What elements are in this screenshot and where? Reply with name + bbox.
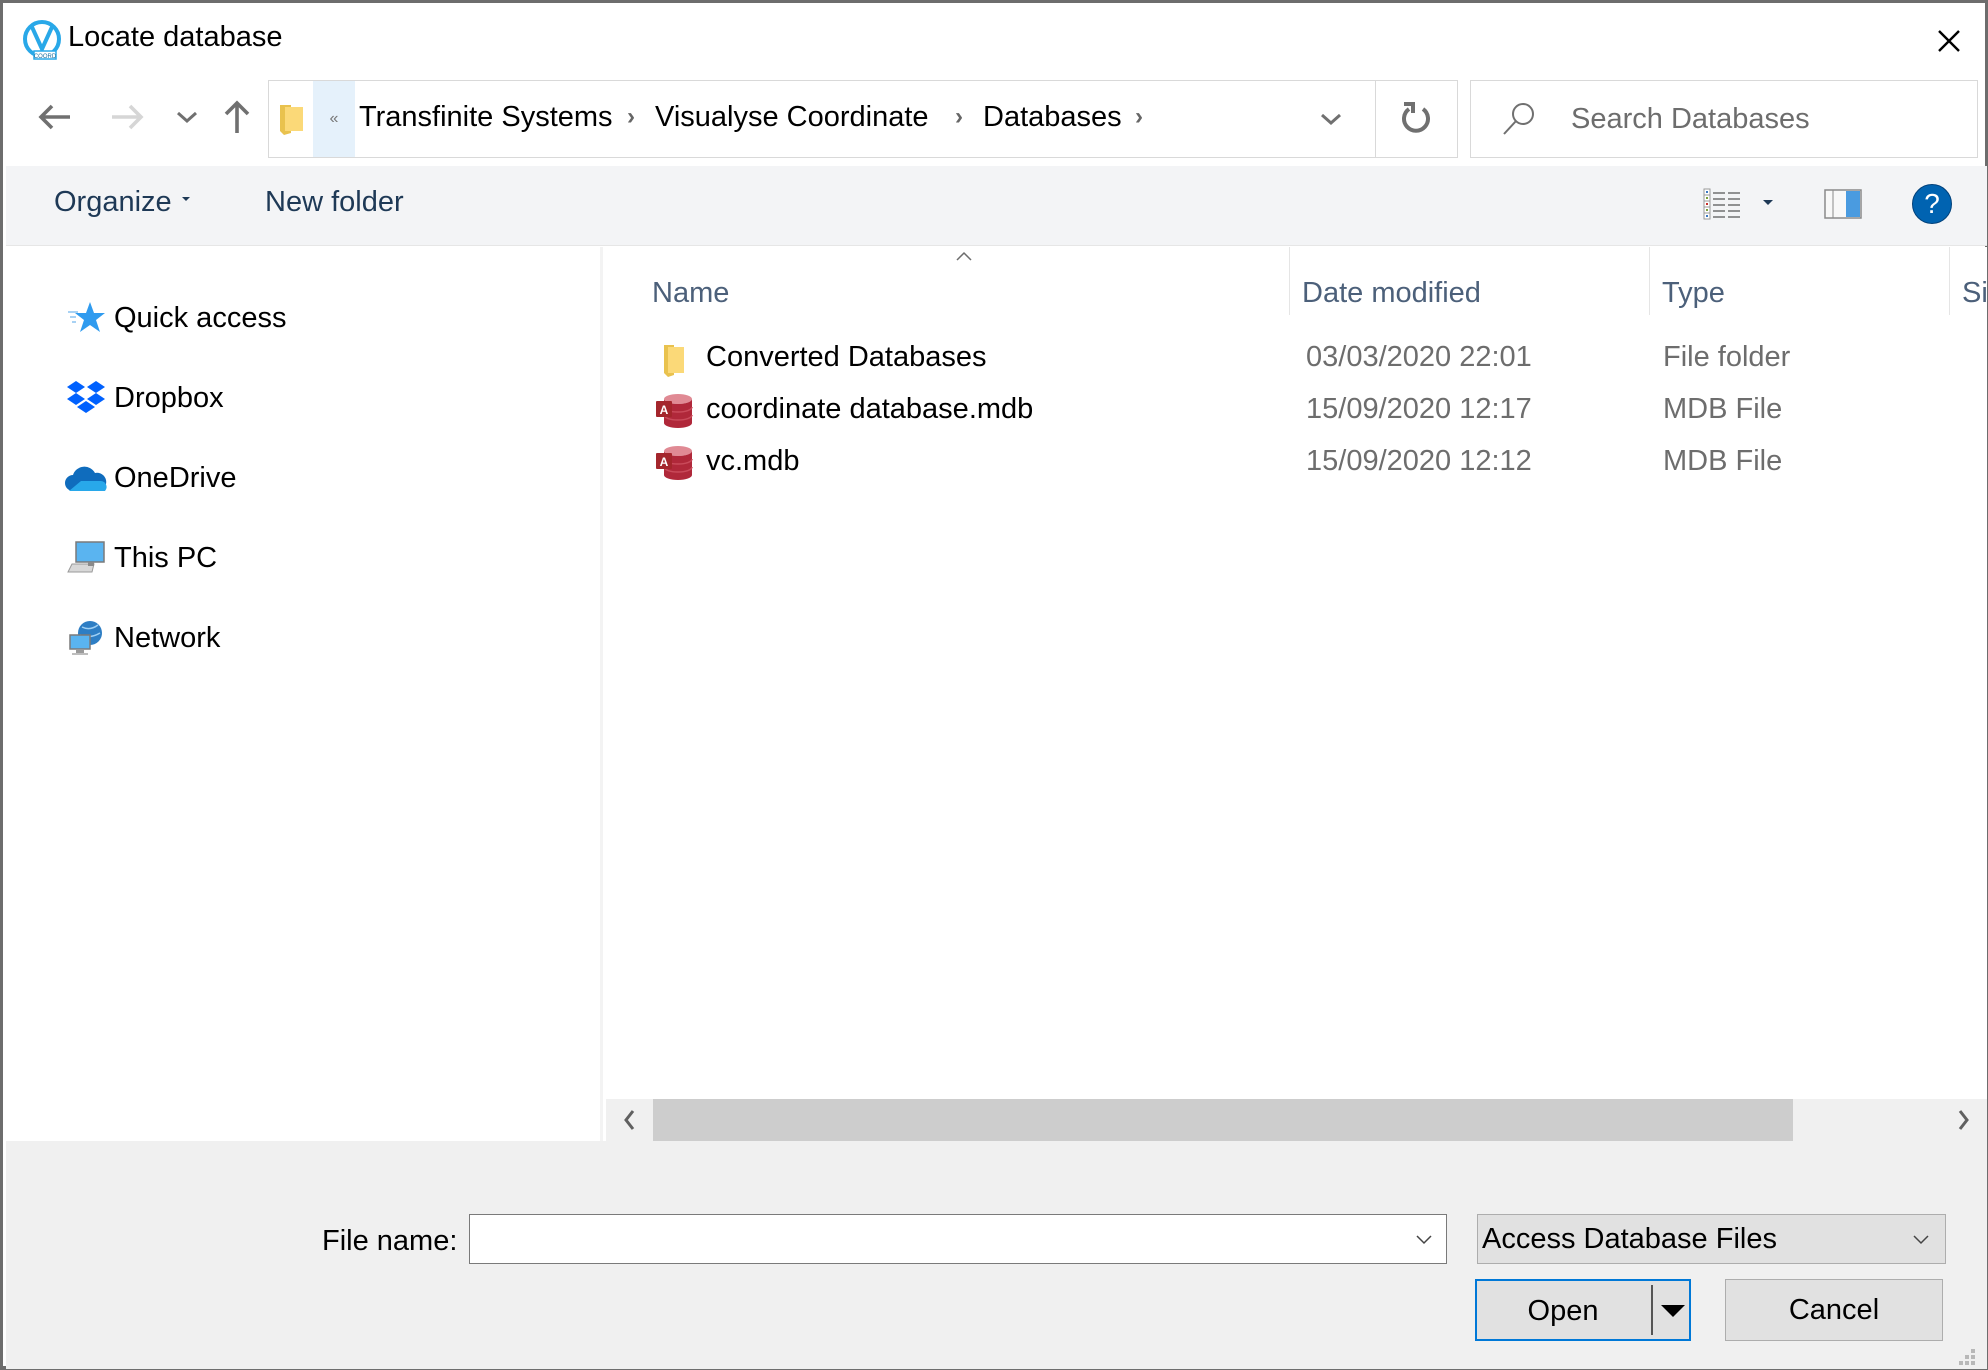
column-header-type[interactable]: Type: [1650, 263, 1950, 323]
dialog-title: Locate database: [68, 21, 283, 53]
navigation-pane: Quick access Dropbox OneDrive This PC Ne…: [6, 247, 603, 1141]
chevron-right-icon: [1958, 1110, 1969, 1130]
locate-database-dialog: COORD Locate database « Transfinite Syst…: [0, 0, 1988, 1370]
file-type-filter-value: Access Database Files: [1482, 1223, 1777, 1255]
command-toolbar: Organize New folder ?: [6, 166, 1987, 246]
sidebar-item-this-pc[interactable]: This PC: [64, 533, 464, 583]
file-row[interactable]: Converted Databases 03/03/2020 22:01 Fil…: [606, 333, 1987, 383]
star-icon: [64, 298, 108, 338]
search-icon: [1503, 103, 1534, 135]
sidebar-item-quick-access[interactable]: Quick access: [64, 293, 464, 343]
chevron-right-icon[interactable]: ›: [627, 103, 635, 131]
sort-ascending-icon: [956, 251, 972, 261]
refresh-icon: [1402, 102, 1430, 133]
address-history-dropdown[interactable]: [1309, 99, 1353, 139]
file-name: coordinate database.mdb: [706, 393, 1034, 425]
scrollbar-thumb[interactable]: [653, 1099, 1793, 1141]
refresh-button[interactable]: [1375, 80, 1458, 158]
folder-icon: [664, 345, 684, 377]
title-bar: COORD Locate database: [3, 3, 1985, 75]
svg-text:A: A: [660, 455, 669, 469]
file-type: File folder: [1663, 341, 1791, 373]
chevron-right-icon[interactable]: ›: [1135, 103, 1143, 131]
new-folder-button[interactable]: New folder: [265, 186, 404, 219]
resize-grip-icon[interactable]: [1957, 1347, 1977, 1367]
up-button[interactable]: [215, 95, 259, 139]
chevron-left-icon: [624, 1110, 635, 1130]
scroll-left-button[interactable]: [606, 1099, 652, 1141]
sidebar-item-onedrive[interactable]: OneDrive: [64, 453, 464, 503]
address-bar[interactable]: « Transfinite Systems › Visualyse Coordi…: [268, 80, 1376, 158]
file-date-modified: 15/09/2020 12:12: [1306, 445, 1532, 477]
column-header-date-modified[interactable]: Date modified: [1290, 263, 1650, 323]
chevron-right-icon[interactable]: ›: [955, 103, 963, 131]
file-row[interactable]: A vc.mdb 15/09/2020 12:12 MDB File: [606, 437, 1987, 487]
organize-button[interactable]: Organize: [54, 186, 190, 219]
file-name: vc.mdb: [706, 445, 800, 477]
file-name: Converted Databases: [706, 341, 987, 373]
computer-icon: [64, 538, 108, 578]
open-button[interactable]: Open: [1475, 1279, 1691, 1341]
file-name-label: File name:: [322, 1225, 458, 1257]
network-icon: [64, 618, 108, 658]
search-input[interactable]: [1571, 97, 1961, 141]
access-db-icon: A: [656, 446, 693, 480]
split-divider: [1651, 1285, 1653, 1335]
svg-text:COORD: COORD: [34, 54, 57, 60]
file-name-input[interactable]: [476, 1219, 1396, 1259]
arrow-up-icon: [224, 100, 250, 133]
help-icon[interactable]: ?: [1912, 184, 1952, 224]
preview-pane-icon[interactable]: [1824, 189, 1862, 219]
chevron-down-icon: [1321, 113, 1341, 126]
breadcrumb-transfinite-systems[interactable]: Transfinite Systems: [359, 101, 613, 134]
caret-down-icon: [181, 197, 190, 202]
forward-button[interactable]: [105, 95, 149, 139]
column-header-name[interactable]: Name: [606, 263, 1289, 323]
organize-label: Organize: [54, 186, 172, 218]
arrow-left-icon: [38, 104, 70, 130]
file-type-filter-dropdown[interactable]: Access Database Files: [1477, 1214, 1946, 1264]
chevron-down-icon[interactable]: [1412, 1227, 1436, 1251]
open-options-dropdown-icon[interactable]: [1661, 1305, 1685, 1317]
svg-text:A: A: [660, 403, 669, 417]
onedrive-cloud-icon: [64, 458, 108, 498]
dropbox-icon: [64, 378, 108, 418]
file-date-modified: 03/03/2020 22:01: [1306, 341, 1532, 373]
search-box[interactable]: [1470, 80, 1978, 158]
visualyse-coord-icon: COORD: [23, 20, 61, 60]
file-row[interactable]: A coordinate database.mdb 15/09/2020 12:…: [606, 385, 1987, 435]
view-options-dropdown[interactable]: [1763, 200, 1773, 205]
file-list: Name Date modified Type Size Converted D…: [606, 247, 1988, 1099]
sidebar-item-label: Dropbox: [114, 381, 224, 414]
close-icon[interactable]: [1929, 21, 1969, 61]
file-type: MDB File: [1663, 393, 1783, 425]
scroll-right-button[interactable]: [1941, 1099, 1987, 1141]
column-header-size[interactable]: Size: [1950, 263, 1988, 323]
sidebar-item-label: Network: [114, 621, 221, 654]
chevron-down-icon: [177, 111, 197, 124]
open-button-label: Open: [1527, 1295, 1599, 1327]
sidebar-item-dropbox[interactable]: Dropbox: [64, 373, 464, 423]
sidebar-item-label: This PC: [114, 541, 218, 574]
chevron-down-icon: [1913, 1235, 1929, 1245]
arrow-right-icon: [112, 104, 144, 130]
breadcrumb-visualyse-coordinate[interactable]: Visualyse Coordinate: [655, 101, 929, 134]
horizontal-scrollbar[interactable]: [606, 1099, 1987, 1141]
file-date-modified: 15/09/2020 12:17: [1306, 393, 1532, 425]
breadcrumb-overflow-button[interactable]: «: [313, 81, 355, 157]
sidebar-item-label: Quick access: [114, 301, 287, 334]
file-name-combobox[interactable]: [469, 1214, 1447, 1264]
recent-locations-button[interactable]: [165, 95, 209, 139]
sidebar-item-network[interactable]: Network: [64, 613, 464, 663]
sidebar-item-label: OneDrive: [114, 461, 237, 494]
file-type: MDB File: [1663, 445, 1783, 477]
breadcrumb-databases[interactable]: Databases: [983, 101, 1122, 134]
back-button[interactable]: [33, 95, 77, 139]
folder-icon: [280, 105, 303, 135]
details-view-icon[interactable]: [1703, 188, 1741, 220]
cancel-button[interactable]: Cancel: [1725, 1279, 1943, 1341]
access-db-icon: A: [656, 394, 693, 428]
